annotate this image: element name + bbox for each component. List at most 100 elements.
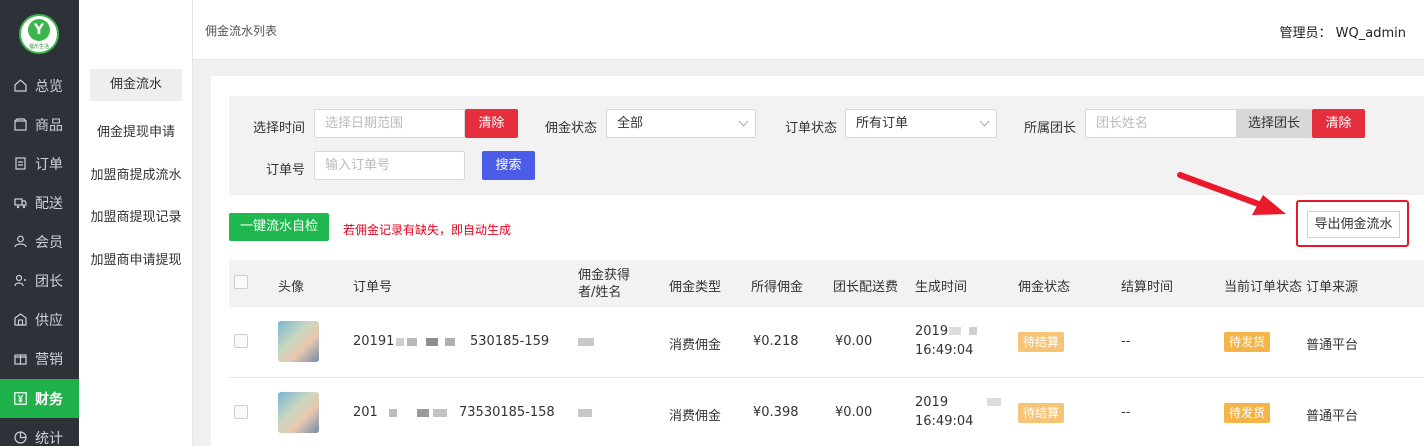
order-status-select[interactable]: 所有订单 <box>845 109 997 138</box>
redacted-block <box>949 327 961 335</box>
nav-item-orders[interactable]: 订单 <box>0 144 79 183</box>
leader-label: 所属团长 <box>1024 121 1077 136</box>
col-created-time: 生成时间 <box>915 280 968 295</box>
time-label: 选择时间 <box>253 121 306 136</box>
col-order-source: 订单来源 <box>1306 280 1359 295</box>
nav-label: 订单 <box>35 156 63 173</box>
redacted-block <box>969 327 977 335</box>
created-date: 2019 <box>915 395 949 410</box>
row-checkbox[interactable] <box>234 405 248 419</box>
commission-status-select[interactable]: 全部 <box>606 109 756 138</box>
top-bar: 佣金流水列表 管理员： WQ_admin <box>193 0 1424 60</box>
search-button[interactable]: 搜索 <box>482 151 535 180</box>
nav-item-leaders[interactable]: 团长 <box>0 261 79 300</box>
order-status-label: 订单状态 <box>785 121 838 136</box>
finance-submenu: 佣金流水 佣金提现申请 加盟商提成流水 加盟商提现记录 加盟商申请提现 <box>79 0 193 446</box>
created-date: 2019 <box>915 324 949 339</box>
commission-amount: ¥0.398 <box>753 405 799 420</box>
order-source: 普通平台 <box>1306 409 1359 424</box>
redacted-block <box>389 409 397 417</box>
submenu-item-franchise-apply-withdraw[interactable]: 加盟商申请提现 <box>79 249 193 268</box>
date-range-input[interactable]: 选择日期范围 <box>314 109 465 138</box>
nav-item-members[interactable]: 会员 <box>0 222 79 261</box>
nav-item-stats[interactable]: 统计 <box>0 418 79 446</box>
order-source: 普通平台 <box>1306 338 1359 353</box>
group-leader-icon <box>13 274 27 288</box>
table-row: 201 73530185-158 消费佣金 ¥0.398 ¥0.00 2019 … <box>229 378 1424 446</box>
order-status-badge: 待发货 <box>1224 403 1271 423</box>
commission-status-value: 全部 <box>617 116 644 131</box>
leader-name-input[interactable]: 团长姓名 <box>1085 109 1237 138</box>
submenu-item-franchise-withdraw-records[interactable]: 加盟商提现记录 <box>79 206 193 225</box>
order-no-suffix: 73530185-158 <box>459 405 555 420</box>
redacted-block <box>426 338 438 346</box>
submenu-item-commission-flow[interactable]: 佣金流水 <box>90 69 182 101</box>
breadcrumb: 佣金流水列表 <box>205 24 278 38</box>
order-icon <box>13 157 27 171</box>
col-commission-status: 佣金状态 <box>1018 280 1071 295</box>
nav-label: 财务 <box>35 391 63 408</box>
delivery-fee: ¥0.00 <box>835 405 873 420</box>
nav-label: 营销 <box>35 351 63 368</box>
submenu-item-commission-withdraw[interactable]: 佣金提现申请 <box>79 121 193 140</box>
settle-time: -- <box>1121 405 1131 420</box>
yuan-icon <box>13 392 27 406</box>
order-status-badge: 待发货 <box>1224 332 1271 352</box>
admin-user[interactable]: 管理员： WQ_admin <box>1280 22 1406 41</box>
brand-logo[interactable]: Y 福乐生活 <box>19 14 59 54</box>
choose-leader-button[interactable]: 选择团长 <box>1236 109 1312 138</box>
created-time: 16:49:04 <box>915 414 974 429</box>
submenu-item-franchise-commission[interactable]: 加盟商提成流水 <box>79 164 193 183</box>
delivery-fee: ¥0.00 <box>835 334 873 349</box>
avatar <box>278 392 319 433</box>
nav-label: 配送 <box>35 195 63 212</box>
col-order-status: 当前订单状态 <box>1224 280 1303 295</box>
redacted-name <box>578 338 594 346</box>
nav-label: 商品 <box>35 117 63 134</box>
order-no-label: 订单号 <box>266 163 306 178</box>
redacted-block <box>417 409 429 417</box>
nav-item-marketing[interactable]: 营销 <box>0 339 79 378</box>
redacted-block <box>396 338 404 346</box>
redacted-block <box>407 338 417 346</box>
user-icon <box>13 235 27 249</box>
clear-leader-button[interactable]: 清除 <box>1312 109 1365 138</box>
select-all-checkbox[interactable] <box>234 275 248 289</box>
logo-text: 福乐生活 <box>28 44 49 50</box>
commission-status-label: 佣金状态 <box>545 121 598 136</box>
redacted-block <box>445 338 455 346</box>
nav-item-goods[interactable]: 商品 <box>0 105 79 144</box>
logo-mark: Y <box>28 19 50 41</box>
clear-date-button[interactable]: 清除 <box>465 109 518 138</box>
redacted-block <box>433 409 447 417</box>
chevron-down-icon <box>738 116 749 127</box>
nav-item-overview[interactable]: 总览 <box>0 66 79 105</box>
col-delivery-fee: 团长配送费 <box>833 280 899 295</box>
commission-type: 消费佣金 <box>669 338 722 353</box>
nav-item-delivery[interactable]: 配送 <box>0 183 79 222</box>
self-check-button[interactable]: 一键流水自检 <box>229 213 329 241</box>
chevron-down-icon <box>979 116 990 127</box>
nav-label: 统计 <box>35 430 63 446</box>
table-row: 20191 530185-159 消费佣金 ¥0.218 ¥0.00 2019 … <box>229 307 1424 378</box>
order-status-value: 所有订单 <box>856 116 909 131</box>
nav-item-supply[interactable]: 供应 <box>0 300 79 339</box>
export-highlight: 导出佣金流水 <box>1296 200 1409 247</box>
col-order-no: 订单号 <box>353 280 393 295</box>
order-no-suffix: 530185-159 <box>470 334 550 349</box>
export-commission-button[interactable]: 导出佣金流水 <box>1307 211 1400 238</box>
order-no-prefix: 20191 <box>353 334 395 349</box>
box-icon <box>13 118 27 132</box>
truck-icon <box>13 196 27 210</box>
warning-text: 若佣金记录有缺失，即自动生成 <box>343 223 512 237</box>
annotation-arrow <box>1177 172 1286 215</box>
nav-item-finance[interactable]: 财务 <box>0 379 79 418</box>
nav-label: 供应 <box>35 312 63 329</box>
nav-label: 会员 <box>35 234 63 251</box>
avatar <box>278 321 319 362</box>
order-no-input[interactable]: 输入订单号 <box>314 151 465 180</box>
row-checkbox[interactable] <box>234 334 248 348</box>
main-sidebar: Y 福乐生活 总览 商品 订单 配送 会员 团长 供应 营销 财务 统计 <box>0 0 79 446</box>
gift-icon <box>13 352 27 366</box>
commission-amount: ¥0.218 <box>753 334 799 349</box>
